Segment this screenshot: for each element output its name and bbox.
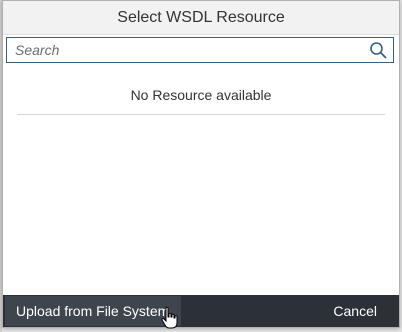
dialog-footer: Upload from File System Cancel xyxy=(3,295,399,327)
cancel-button[interactable]: Cancel xyxy=(323,295,387,327)
select-wsdl-resource-dialog: Select WSDL Resource No Resource availab… xyxy=(2,0,400,328)
upload-from-file-system-button[interactable]: Upload from File System xyxy=(5,296,181,326)
no-resource-message: No Resource available xyxy=(130,87,272,103)
search-icon[interactable] xyxy=(369,41,387,59)
dialog-title: Select WSDL Resource xyxy=(3,1,399,35)
search-field[interactable] xyxy=(6,37,394,63)
search-input[interactable] xyxy=(7,38,365,62)
list-divider xyxy=(17,114,385,115)
